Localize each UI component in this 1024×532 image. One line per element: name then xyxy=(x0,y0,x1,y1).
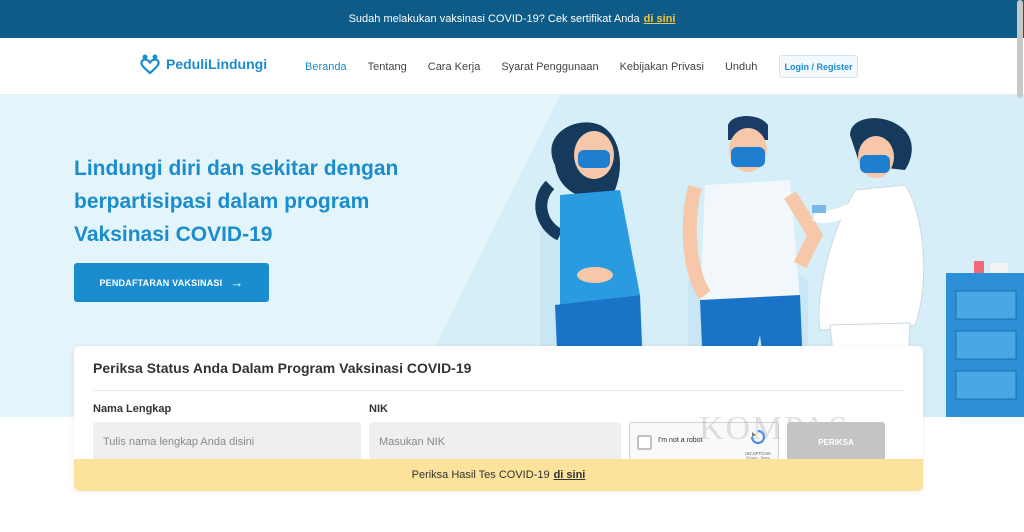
test-result-text: Periksa Hasil Tes COVID-19 xyxy=(411,469,550,481)
nav-cara-kerja[interactable]: Cara Kerja xyxy=(428,61,481,73)
announcement-bar: Sudah melakukan vaksinasi COVID-19? Cek … xyxy=(0,0,1024,38)
test-result-link[interactable]: di sini xyxy=(554,469,586,481)
vaccination-registration-button[interactable]: PENDAFTARAN VAKSINASI → xyxy=(74,263,269,302)
recaptcha-checkbox[interactable] xyxy=(637,435,652,450)
site-header: PeduliLindungi Beranda Tentang Cara Kerj… xyxy=(0,38,1024,95)
test-result-banner: Periksa Hasil Tes COVID-19 di sini xyxy=(74,459,923,491)
nav-beranda[interactable]: Beranda xyxy=(305,61,347,73)
brand-logo[interactable]: PeduliLindungi xyxy=(139,53,267,75)
page: Sudah melakukan vaksinasi COVID-19? Cek … xyxy=(0,0,1024,532)
login-register-button[interactable]: Login / Register xyxy=(779,55,858,78)
arrow-right-icon: → xyxy=(230,275,244,290)
nav-tentang[interactable]: Tentang xyxy=(368,61,407,73)
main-nav: Beranda Tentang Cara Kerja Syarat Penggu… xyxy=(305,38,778,95)
nav-kebijakan-privasi[interactable]: Kebijakan Privasi xyxy=(620,61,704,73)
nav-unduh[interactable]: Unduh xyxy=(725,61,757,73)
card-title: Periksa Status Anda Dalam Program Vaksin… xyxy=(93,360,472,376)
name-label: Nama Lengkap xyxy=(93,403,172,415)
check-button[interactable]: PERIKSA xyxy=(787,422,885,462)
scrollbar[interactable] xyxy=(1017,0,1023,98)
heart-logo-icon xyxy=(140,54,160,75)
brand-name: PeduliLindungi xyxy=(166,56,268,72)
certificate-link[interactable]: di sini xyxy=(644,13,676,25)
nav-syarat-penggunaan[interactable]: Syarat Penggunaan xyxy=(501,61,598,73)
nik-label: NIK xyxy=(369,403,388,415)
name-input[interactable]: Tulis nama lengkap Anda disini xyxy=(93,422,361,462)
divider xyxy=(93,390,904,391)
cta-label: PENDAFTARAN VAKSINASI xyxy=(99,277,223,288)
announcement-text: Sudah melakukan vaksinasi COVID-19? Cek … xyxy=(348,13,640,25)
recaptcha-text: I'm not a robot xyxy=(658,437,703,444)
nik-input[interactable]: Masukan NIK xyxy=(369,422,621,462)
hero-title: Lindungi diri dan sekitar dengan berpart… xyxy=(74,157,399,246)
vaccination-status-card: Periksa Status Anda Dalam Program Vaksin… xyxy=(74,346,923,491)
